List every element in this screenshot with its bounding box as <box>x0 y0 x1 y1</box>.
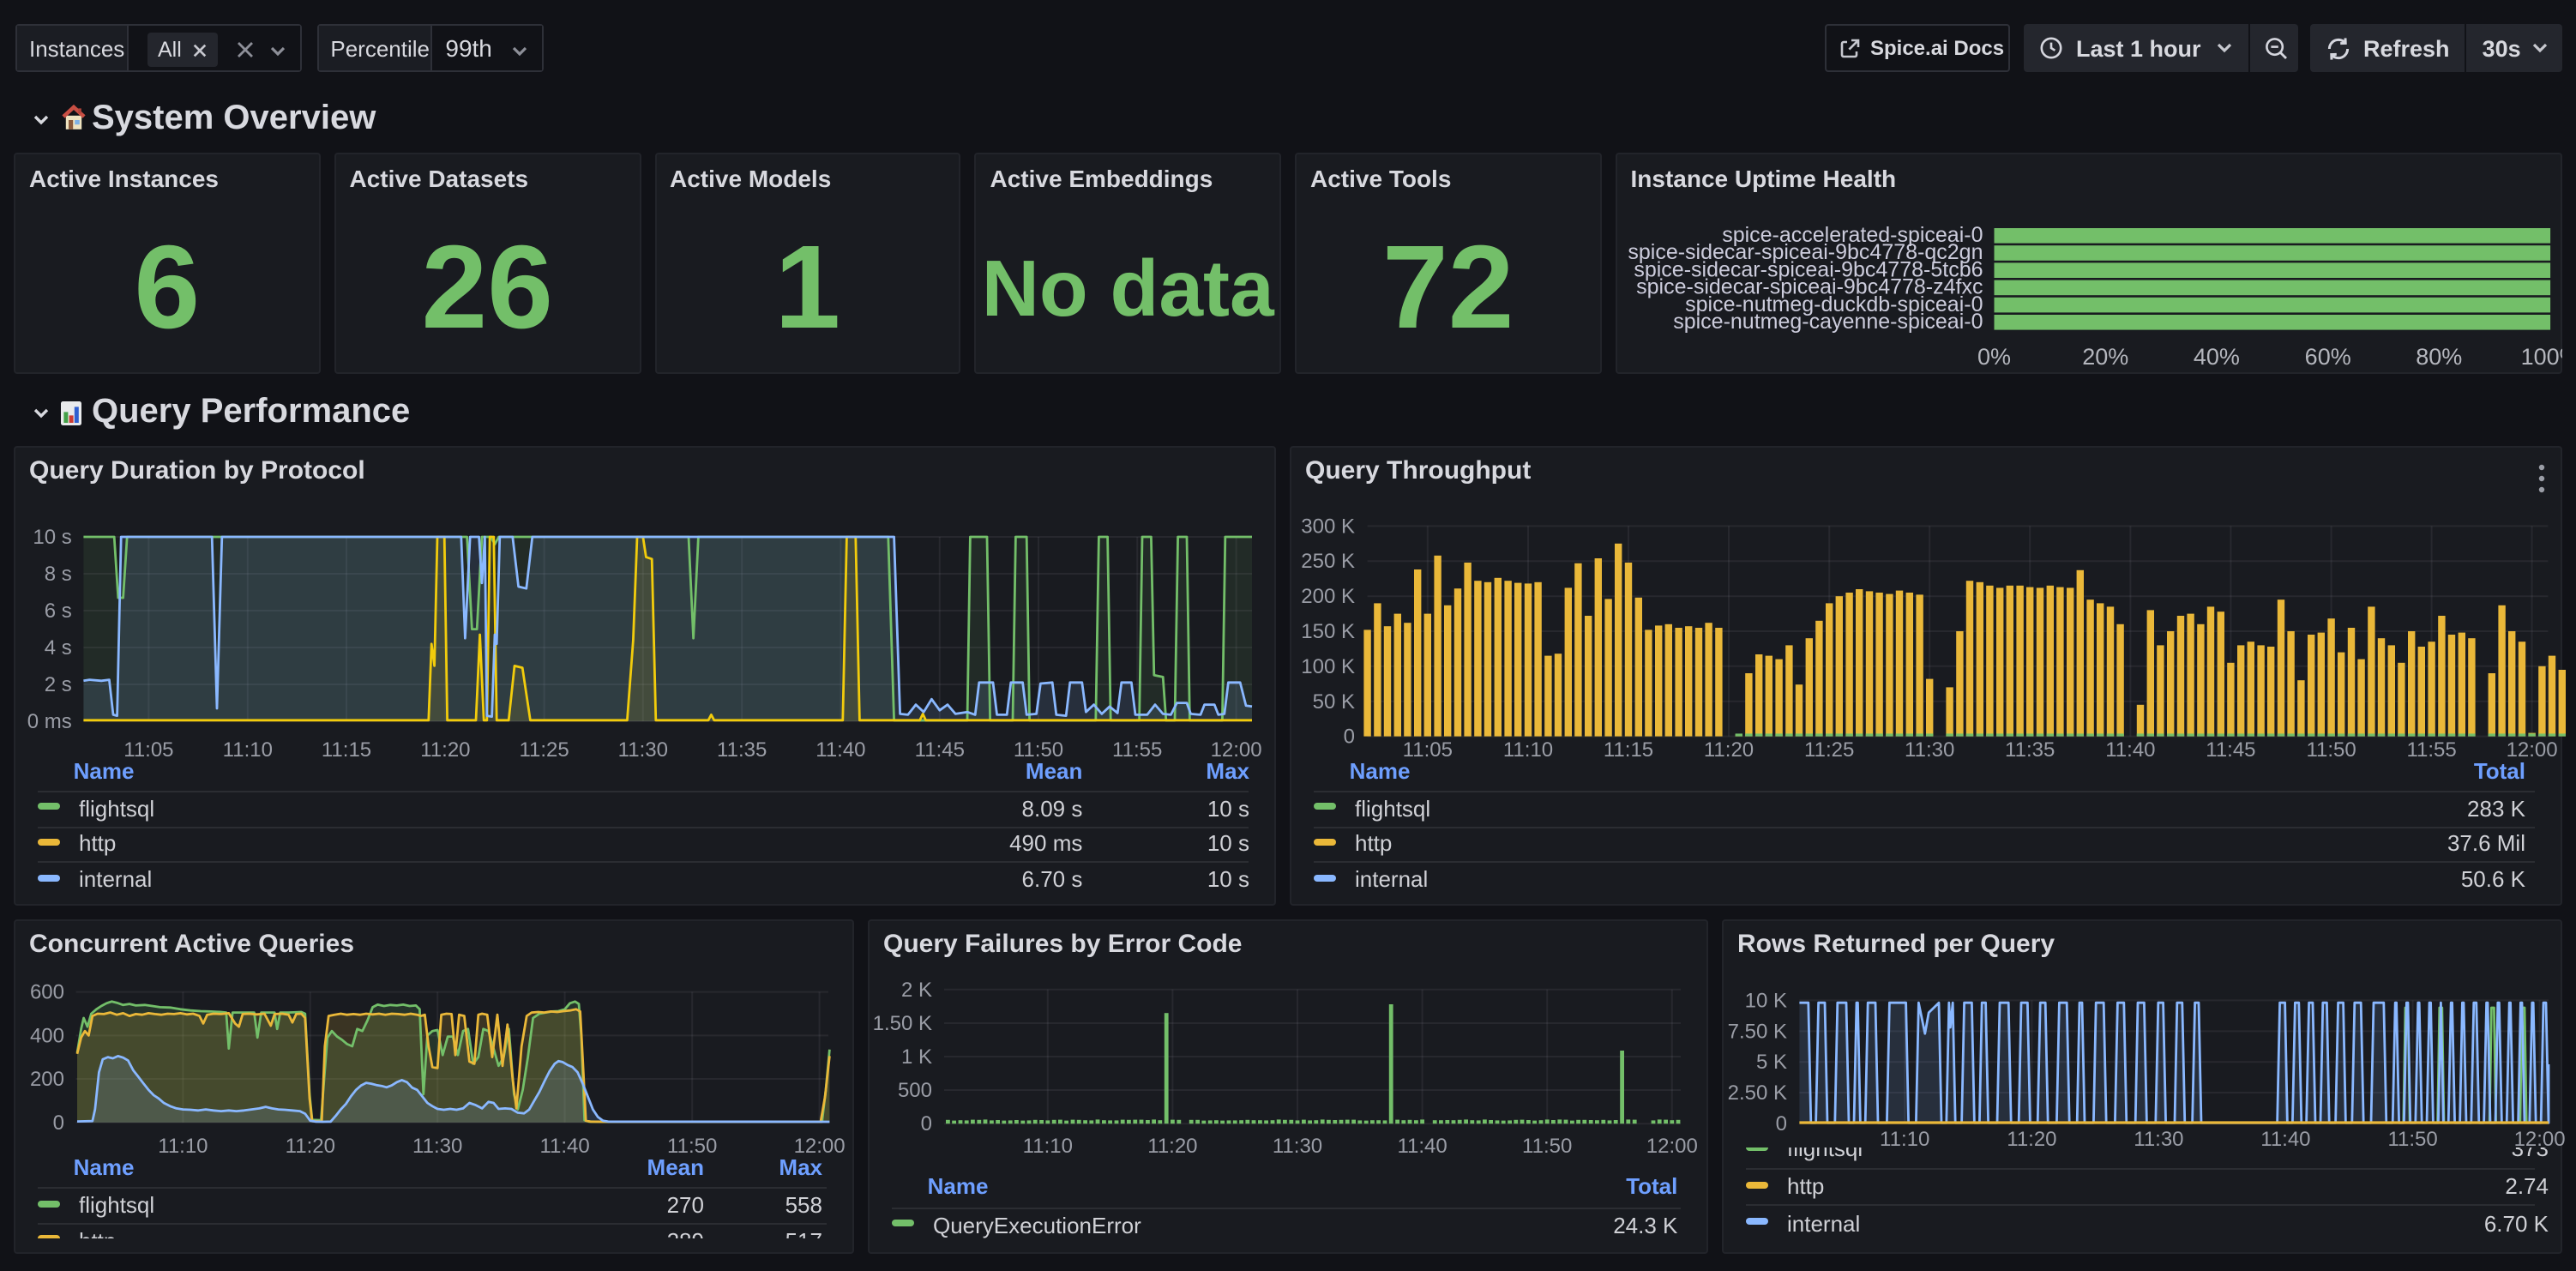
svg-text:7.50 K: 7.50 K <box>1728 1020 1787 1043</box>
svg-text:10 K: 10 K <box>1745 989 1787 1012</box>
svg-text:2.50 K: 2.50 K <box>1728 1081 1787 1105</box>
svg-text:0: 0 <box>1776 1112 1787 1135</box>
svg-text:5 K: 5 K <box>1756 1051 1787 1074</box>
